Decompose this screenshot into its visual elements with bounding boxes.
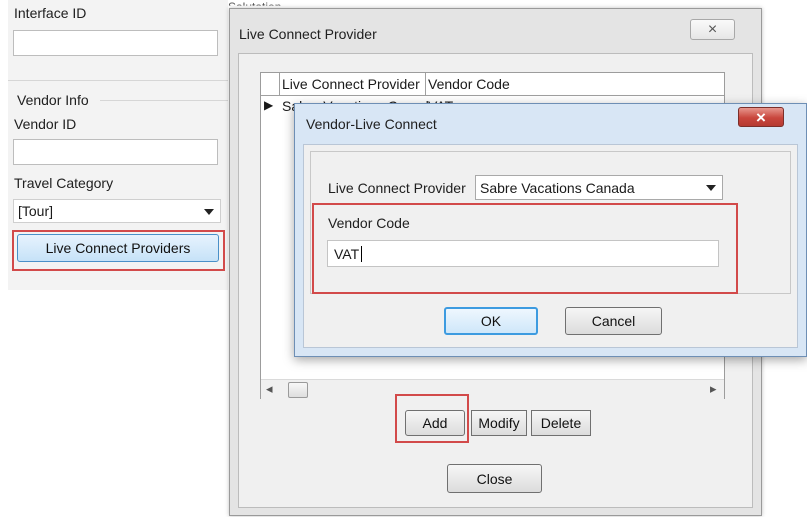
vendor-code-label: Vendor Code [328,215,410,231]
row-selector-icon: ▶ [264,98,274,112]
cancel-button-label: Cancel [591,313,636,329]
chevron-down-icon [706,185,716,191]
cancel-button[interactable]: Cancel [565,307,662,335]
live-connect-providers-button[interactable]: Live Connect Providers [17,234,219,262]
live-connect-window-title: Live Connect Provider [239,26,377,42]
add-button-label: Add [422,415,448,431]
close-icon: × [756,107,766,127]
travel-category-select[interactable]: [Tour] [13,199,221,223]
chevron-down-icon [204,209,214,215]
travel-category-label: Travel Category [14,175,114,191]
vendor-panel-divider [8,80,228,81]
close-button[interactable]: Close [447,464,542,493]
scroll-right-icon[interactable]: ▸ [710,381,717,397]
provider-select[interactable]: Sabre Vacations Canada [475,175,723,200]
ok-button[interactable]: OK [444,307,538,335]
vendor-id-input[interactable] [13,139,218,165]
grid-header: Live Connect Provider Vendor Code [261,73,724,96]
vendor-live-connect-dialog: Vendor-Live Connect × Live Connect Provi… [294,103,807,357]
vendor-info-group-line [100,100,228,101]
live-connect-window-close-button[interactable]: × [690,19,735,40]
delete-button-label: Delete [540,415,582,431]
close-icon: × [707,20,718,38]
vendor-code-input[interactable]: VAT [327,240,719,267]
ok-button-label: OK [480,313,502,329]
grid-column-header[interactable]: Live Connect Provider [282,76,420,92]
grid-header-rowselector [261,73,280,95]
live-connect-providers-button-label: Live Connect Providers [45,240,191,256]
vendor-info-group-label: Vendor Info [17,92,89,108]
scrollbar-thumb[interactable] [288,382,308,398]
interface-id-input[interactable] [13,30,218,56]
provider-label: Live Connect Provider [328,180,466,196]
modify-button[interactable]: Modify [471,410,527,436]
travel-category-value: [Tour] [18,203,54,219]
provider-select-value: Sabre Vacations Canada [480,180,635,196]
close-button-label: Close [476,470,513,487]
scroll-left-icon[interactable]: ◂ [266,381,273,397]
interface-id-label: Interface ID [14,5,87,21]
text-cursor [361,246,362,262]
vendor-id-label: Vendor ID [14,116,77,132]
grid-horizontal-scrollbar[interactable]: ◂ ▸ [261,379,724,399]
grid-column-header[interactable]: Vendor Code [428,76,510,92]
add-button[interactable]: Add [405,410,465,436]
delete-button[interactable]: Delete [531,410,591,436]
vendor-dialog-title: Vendor-Live Connect [306,116,437,132]
grid-column-divider [425,73,426,95]
vendor-dialog-client: Live Connect Provider Sabre Vacations Ca… [303,144,798,348]
modify-button-label: Modify [478,415,520,431]
vendor-code-value: VAT [334,246,360,262]
vendor-dialog-close-button[interactable]: × [738,107,784,127]
